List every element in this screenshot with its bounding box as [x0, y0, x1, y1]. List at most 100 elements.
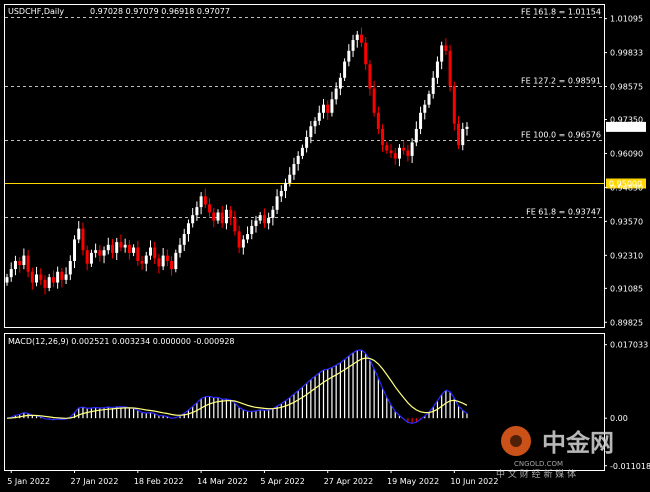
time-tick-label: 19 May 2022	[387, 477, 439, 486]
price-tick-label: 0.96090	[610, 149, 643, 158]
candle-bull	[317, 112, 321, 121]
ohlc-values: 0.97028 0.97079 0.96918 0.97077	[90, 7, 230, 16]
candle-bull	[351, 40, 355, 51]
time-tick-label: 5 Jan 2022	[7, 477, 50, 486]
candle-bear	[127, 244, 131, 253]
candle-bear	[364, 42, 368, 65]
candle-bull	[216, 212, 220, 221]
last-price-label: 0.97077	[609, 123, 642, 132]
cngold-logo-inner	[510, 435, 522, 447]
main-chart-frame	[4, 4, 605, 328]
candle-bear	[326, 104, 330, 113]
macd-indicator	[6, 349, 468, 424]
candle-bull	[267, 217, 271, 224]
candle-bull	[102, 250, 106, 256]
candle-bull	[322, 104, 325, 113]
candle-bear	[220, 212, 224, 224]
watermark-slogan: 中 文 财 经 新 媒 体	[496, 468, 576, 480]
price-tick-label: 0.91085	[610, 284, 643, 293]
candle-bear	[157, 258, 161, 267]
candle-bull	[410, 142, 414, 156]
candlesticks	[5, 27, 469, 295]
price-tick-label: 1.01095	[610, 15, 643, 24]
time-tick-label: 10 Jun 2022	[450, 477, 498, 486]
macd-main-line	[6, 349, 468, 424]
candle-bull	[174, 252, 178, 270]
macd-tick-label: 0.017033	[610, 341, 648, 350]
candle-bear	[208, 204, 212, 213]
fib-level-label: FE 127.2 = 0.98591	[521, 77, 601, 86]
price-tick-label: 0.99833	[610, 49, 643, 58]
time-tick-label: 18 Feb 2022	[134, 477, 184, 486]
candle-bear	[212, 212, 216, 221]
candle-bull	[435, 61, 439, 78]
candle-bear	[402, 147, 406, 151]
candle-bull	[334, 88, 338, 100]
candle-bear	[43, 279, 47, 288]
candle-bull	[284, 182, 288, 191]
candle-bear	[359, 34, 363, 43]
candle-bear	[262, 215, 266, 224]
candle-bear	[39, 274, 43, 280]
candle-bull	[191, 215, 195, 224]
candle-bear	[98, 250, 102, 256]
candle-bull	[241, 239, 245, 248]
candle-bull	[440, 45, 444, 62]
candle-bear	[368, 64, 372, 89]
candle-bull	[338, 77, 342, 89]
candle-bear	[51, 277, 55, 283]
candle-bear	[406, 150, 410, 156]
time-tick-label: 27 Jan 2022	[71, 477, 119, 486]
candle-bull	[64, 274, 68, 280]
candle-bull	[431, 77, 435, 94]
candle-bear	[237, 231, 241, 248]
macd-tick-label: -0.011018	[610, 462, 650, 471]
fib-level-label: FE 100.0 = 0.96576	[521, 131, 601, 140]
candle-bull	[465, 126, 469, 129]
symbol-timeframe: USDCHF,Daily	[8, 7, 64, 16]
candle-bear	[385, 145, 389, 151]
candle-bull	[47, 277, 51, 288]
candle-bear	[153, 247, 157, 259]
candle-bear	[452, 85, 456, 124]
candle-bull	[178, 244, 182, 253]
chart-canvas: FE 161.8 = 1.01154 FE 127.2 = 0.98591 FE 1…	[4, 4, 650, 486]
candle-bear	[229, 209, 233, 218]
candle-bull	[313, 120, 317, 127]
candle-bull	[13, 260, 17, 270]
candle-bear	[381, 128, 385, 146]
watermark-brand-en: CNGOLD.COM	[514, 460, 563, 468]
candle-bull	[9, 269, 13, 278]
candle-bull	[300, 147, 304, 156]
macd-signal-line	[6, 357, 468, 419]
candle-bull	[5, 277, 9, 283]
candle-bear	[18, 260, 22, 266]
candle-bull	[461, 128, 465, 146]
candle-bull	[258, 215, 262, 221]
time-axis: 5 Jan 2022 27 Jan 2022 18 Feb 2022 14 Mar 2…	[7, 470, 498, 486]
candle-bull	[427, 93, 431, 105]
candle-bear	[81, 228, 85, 251]
price-tick-label: 0.94830	[610, 183, 643, 192]
candle-bull	[330, 99, 334, 113]
candle-bull	[271, 209, 275, 218]
candle-bear	[372, 88, 376, 113]
candle-bear	[165, 255, 169, 261]
candle-bull	[115, 242, 119, 253]
candle-bull	[73, 239, 77, 261]
candle-bull	[132, 247, 136, 253]
candle-bull	[106, 244, 110, 251]
fib-level-label: FE 161.8 = 1.01154	[521, 8, 601, 17]
candle-bull	[224, 209, 228, 224]
candle-bull	[89, 252, 93, 264]
fibonacci-levels: FE 161.8 = 1.01154 FE 127.2 = 0.98591 FE 1…	[5, 8, 646, 218]
candle-bull	[414, 128, 418, 143]
candle-bull	[296, 155, 300, 164]
candle-bull	[397, 147, 401, 159]
price-tick-label: 0.89825	[610, 318, 643, 327]
candle-bull	[94, 250, 98, 253]
candle-bull	[186, 223, 190, 235]
candle-bull	[199, 196, 203, 208]
candle-bull	[347, 50, 351, 62]
candle-bear	[140, 260, 144, 264]
